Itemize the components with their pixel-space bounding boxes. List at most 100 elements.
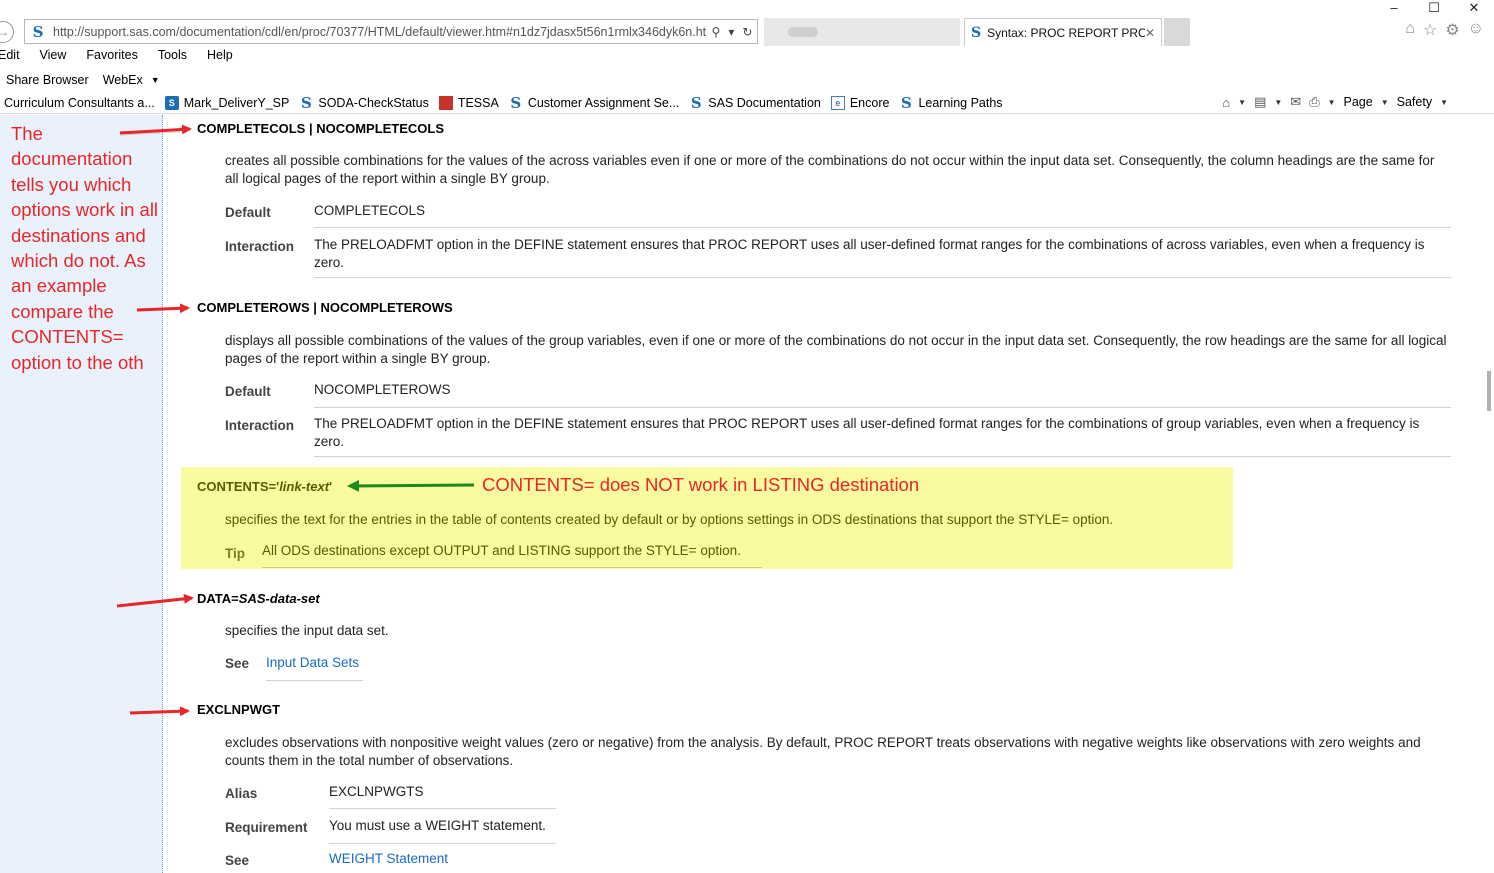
menu-help[interactable]: Help: [207, 48, 233, 66]
address-input[interactable]: http://support.sas.com/documentation/cdl…: [53, 25, 707, 39]
weight-statement-link[interactable]: WEIGHT Statement: [329, 850, 448, 868]
red-square-icon: [438, 96, 453, 110]
requirement-value: You must use a WEIGHT statement.: [329, 818, 546, 833]
address-bar[interactable]: S http://support.sas.com/documentation/c…: [24, 19, 758, 44]
option-title-completerows: COMPLETEROWS | NOCOMPLETEROWS: [197, 300, 453, 315]
sas-icon: S: [164, 96, 179, 110]
title-text: ': [329, 479, 333, 494]
title-text: CONTENTS=': [197, 479, 280, 494]
refresh-icon[interactable]: ↻: [742, 25, 752, 39]
fav-mark-delivery[interactable]: S Mark_DeliverY_SP: [164, 96, 290, 110]
input-data-sets-link[interactable]: Input Data Sets: [266, 654, 359, 672]
close-button[interactable]: ✕: [1454, 0, 1494, 14]
tab-active[interactable]: S Syntax: PROC REPORT PRO... ✕: [964, 18, 1162, 46]
divider: [314, 456, 1451, 457]
default-value: COMPLETECOLS: [314, 203, 426, 218]
divider: [314, 227, 1451, 228]
fav-soda[interactable]: S SODA-CheckStatus: [299, 94, 429, 112]
print-icon[interactable]: ⎙: [1309, 94, 1319, 110]
minimize-button[interactable]: –: [1374, 0, 1414, 14]
home-icon[interactable]: ⌂: [1405, 20, 1415, 40]
interaction-label: Interaction: [225, 418, 295, 433]
option-title-data: DATA=SAS-data-set: [197, 591, 320, 606]
divider: [314, 277, 1451, 278]
option-title-exclnpwgt: EXCLNPWGT: [197, 702, 281, 717]
divider: [314, 407, 1451, 408]
fav-label: TESSA: [457, 96, 499, 110]
sas-s-icon: S: [510, 94, 522, 112]
maximize-button[interactable]: ☐: [1414, 0, 1454, 14]
fav-label: Curriculum Consultants a...: [4, 96, 155, 110]
tip-label: Tip: [225, 546, 245, 561]
see-label: See: [225, 656, 250, 671]
divider: [329, 808, 556, 809]
fav-tessa[interactable]: TESSA: [438, 96, 499, 110]
chevron-down-icon[interactable]: ▼: [1381, 98, 1389, 107]
chevron-down-icon[interactable]: ▾: [728, 25, 734, 39]
option-description: specifies the input data set.: [225, 623, 389, 638]
fav-label: Customer Assignment Se...: [527, 96, 680, 110]
webex-dropdown-icon[interactable]: ▼: [151, 75, 160, 85]
menu-view[interactable]: View: [40, 48, 67, 66]
search-icon[interactable]: ⚲: [712, 25, 721, 39]
option-description: creates all possible combinations for th…: [225, 153, 1435, 186]
menu-favorites[interactable]: Favorites: [86, 48, 137, 66]
safety-menu[interactable]: Safety: [1397, 95, 1432, 109]
fav-curriculum[interactable]: Curriculum Consultants a...: [4, 96, 155, 110]
rss-feed-icon[interactable]: ▤: [1254, 94, 1266, 110]
interaction-value: The PRELOADFMT option in the DEFINE stat…: [314, 237, 1425, 270]
fav-sas-documentation[interactable]: S SAS Documentation: [689, 94, 821, 112]
fav-customer-assignment[interactable]: S Customer Assignment Se...: [509, 94, 680, 112]
see-label: See: [225, 853, 250, 868]
menu-edit[interactable]: Edit: [0, 48, 20, 66]
title-text: DATA=: [197, 591, 239, 606]
interaction-value: The PRELOADFMT option in the DEFINE stat…: [314, 416, 1420, 449]
address-tools: ⚲ ▾ ↻: [707, 25, 757, 39]
vertical-scrollbar[interactable]: [1484, 115, 1494, 873]
share-browser-button[interactable]: Share Browser: [6, 73, 89, 87]
chevron-down-icon[interactable]: ▼: [1328, 98, 1336, 107]
tab-favicon-icon: S: [971, 24, 982, 41]
fav-learning-paths[interactable]: S Learning Paths: [899, 94, 1003, 112]
home-icon[interactable]: ⌂: [1222, 95, 1230, 110]
webex-button[interactable]: WebEx: [103, 73, 143, 87]
sas-s-icon: S: [690, 94, 702, 112]
title-argument: link-text: [279, 479, 330, 494]
scrollbar-thumb[interactable]: [1487, 371, 1491, 411]
default-label: Default: [225, 205, 271, 220]
divider: [266, 680, 363, 681]
fav-label: Mark_DeliverY_SP: [183, 96, 290, 110]
favorites-star-icon[interactable]: ☆: [1423, 20, 1437, 40]
divider: [262, 567, 762, 568]
sas-s-icon: S: [300, 94, 312, 112]
chevron-down-icon[interactable]: ▼: [1440, 98, 1448, 107]
page-icon: e: [830, 96, 845, 110]
option-description: excludes observations with nonpositive w…: [225, 735, 1421, 768]
toolbar-row: Share Browser WebEx ▼: [6, 71, 174, 89]
menu-bar: Edit View Favorites Tools Help: [0, 48, 253, 66]
annotation-note: The documentation tells you which option…: [11, 123, 159, 373]
new-tab-button[interactable]: [1164, 18, 1190, 46]
fav-label: Encore: [849, 96, 890, 110]
navigation-row: → S http://support.sas.com/documentation…: [0, 16, 1494, 46]
gear-icon[interactable]: ⚙: [1445, 20, 1459, 40]
tab-blurred[interactable]: [764, 18, 960, 46]
fav-encore[interactable]: e Encore: [830, 96, 890, 110]
chevron-down-icon[interactable]: ▼: [1274, 98, 1282, 107]
chevron-down-icon[interactable]: ▼: [1238, 98, 1246, 107]
mail-icon[interactable]: ✉: [1290, 94, 1301, 110]
site-favicon-icon: S: [32, 22, 44, 41]
command-bar: ⌂ ▼ ▤ ▼ ✉ ⎙ ▼ Page ▼ Safety ▼: [1222, 94, 1448, 110]
fav-label: SODA-CheckStatus: [318, 96, 429, 110]
requirement-label: Requirement: [225, 820, 308, 835]
annotation-contents: CONTENTS= does NOT work in LISTING desti…: [482, 474, 920, 495]
title-argument: SAS-data-set: [238, 591, 320, 606]
option-description: specifies the text for the entries in th…: [225, 512, 1114, 527]
close-tab-icon[interactable]: ✕: [1145, 26, 1161, 40]
sidebar: The documentation tells you which option…: [0, 115, 163, 873]
page-menu[interactable]: Page: [1344, 95, 1373, 109]
sas-s-icon: S: [901, 94, 912, 112]
back-arrow-icon[interactable]: →: [0, 21, 14, 43]
menu-tools[interactable]: Tools: [158, 48, 187, 66]
smiley-icon[interactable]: ☺: [1468, 20, 1484, 40]
